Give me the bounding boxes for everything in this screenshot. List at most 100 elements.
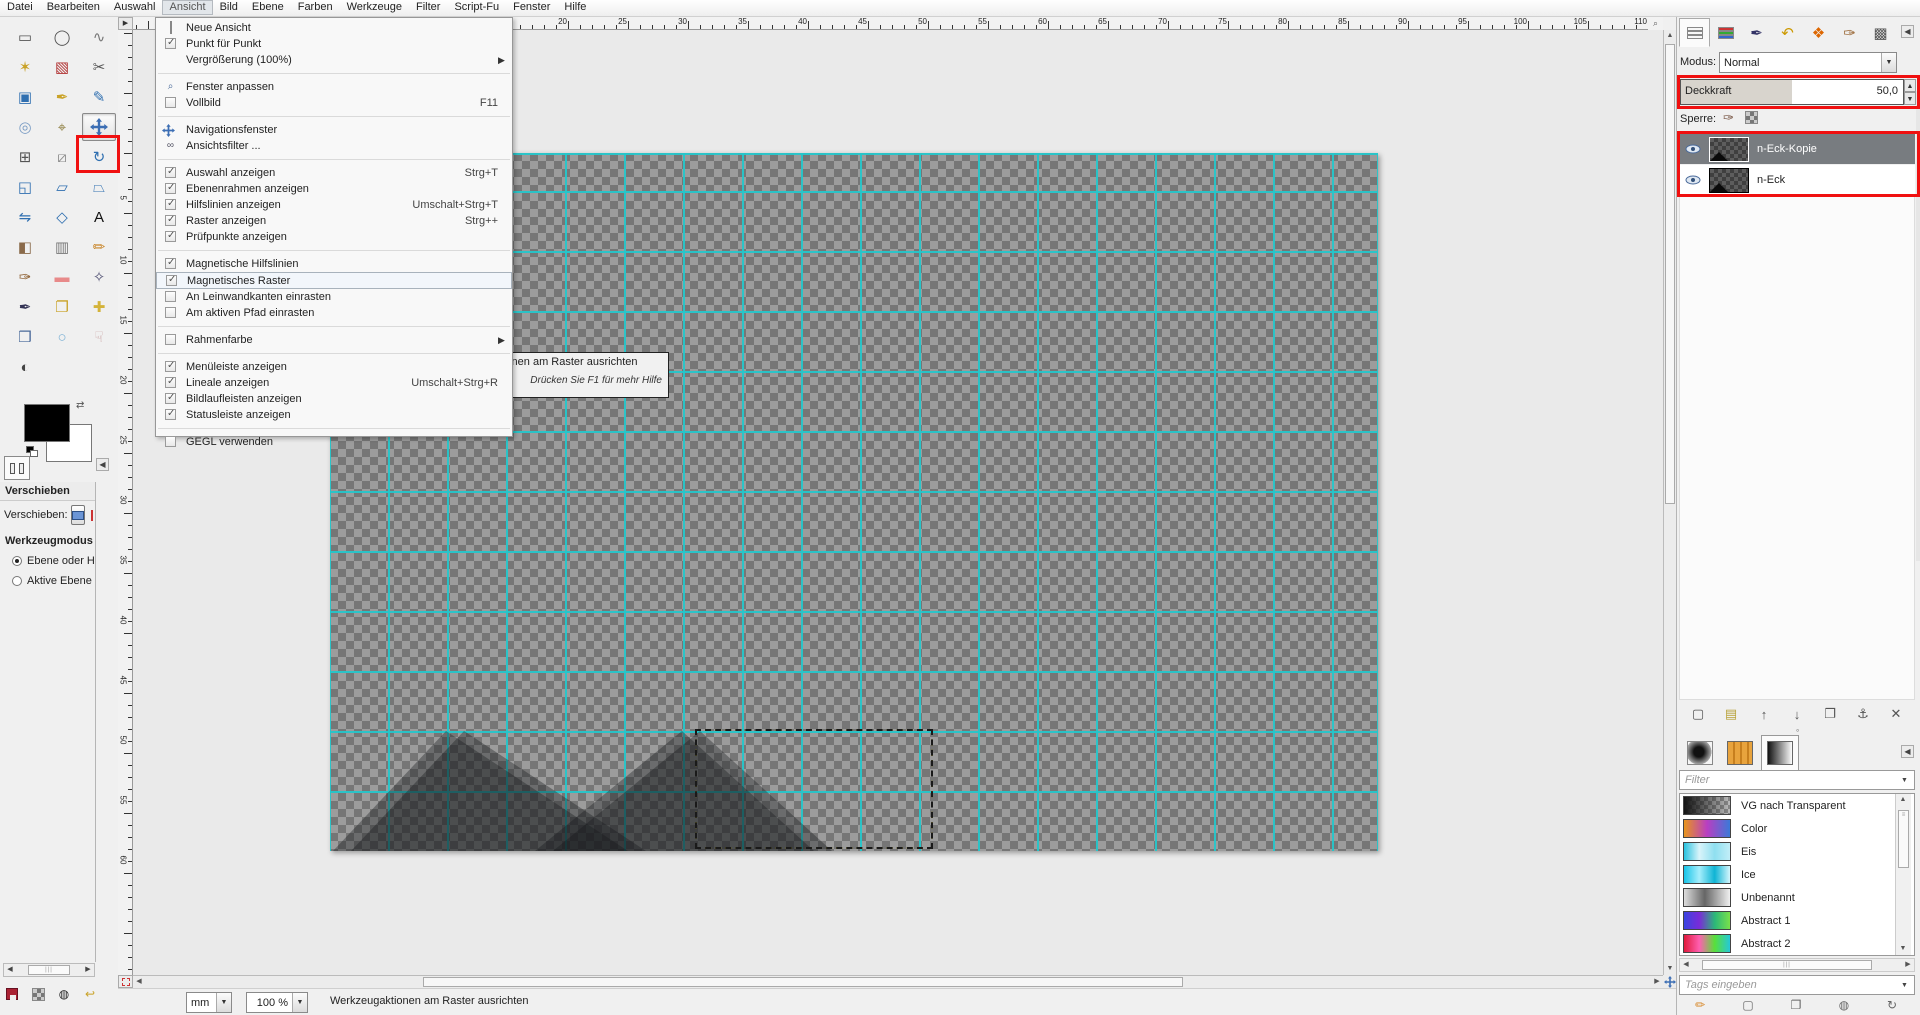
menubar-item-bild[interactable]: Bild	[213, 0, 245, 15]
menubar-item-auswahl[interactable]: Auswahl	[107, 0, 163, 15]
canvas-menu-button[interactable]: ▶	[118, 17, 133, 30]
collapse-right-dock-icon[interactable]: ◀	[1901, 25, 1914, 38]
gradient-vscrollbar[interactable]: ▲ ≡ ▼	[1895, 794, 1911, 955]
menu-item-raster-anzeigen[interactable]: Raster anzeigenStrg++	[156, 213, 512, 229]
menu-item-lineale-anzeigen[interactable]: Lineale anzeigenUmschalt+Strg+R	[156, 375, 512, 391]
duplicate-layer-button[interactable]: ❐	[1817, 702, 1843, 726]
refresh-gradients-button[interactable]: ↻	[1881, 996, 1903, 1014]
gradient-hscrollbar[interactable]: ◀ ||| ▶	[1679, 958, 1915, 972]
menu-item-ebenenrahmen-anzeigen[interactable]: Ebenenrahmen anzeigen	[156, 181, 512, 197]
swap-colors-icon[interactable]: ⇄	[76, 400, 84, 411]
tool-smudge[interactable]: ☟	[82, 323, 116, 351]
tool-options-hscrollbar[interactable]: ◀ ||| ▶	[3, 963, 95, 977]
gradient-item-abstract-1[interactable]: Abstract 1	[1680, 909, 1914, 932]
zoom-follow-window-icon[interactable]: ⌕	[1648, 17, 1663, 30]
menu-item-magnetische-hilfslinien[interactable]: Magnetische Hilfslinien	[156, 256, 512, 272]
chevron-down-icon[interactable]: ▼	[1881, 53, 1896, 72]
opacity-slider[interactable]: Deckkraft 50,0	[1680, 79, 1904, 105]
tool-mode-radio-1[interactable]: Aktive Ebene verschieben	[0, 571, 95, 591]
tool-gradient[interactable]: ▥	[45, 233, 79, 261]
tool-measure[interactable]: ⌖	[45, 113, 79, 141]
unit-select[interactable]: mm▼	[186, 992, 232, 1013]
tool-mode-radio-0[interactable]: Ebene oder Hilfslinie verschieben	[0, 551, 95, 571]
selection-rectangle[interactable]	[695, 729, 933, 849]
menu-item-an-leinwandkanten-einrasten[interactable]: An Leinwandkanten einrasten	[156, 289, 512, 305]
tab-layers[interactable]	[1679, 18, 1710, 47]
menu-item-neue-ansicht[interactable]: Neue Ansicht	[156, 20, 512, 36]
canvas-vscrollbar[interactable]: ▲ ▼	[1663, 30, 1676, 975]
tool-pencil[interactable]: ✏	[82, 233, 116, 261]
tags-input[interactable]	[1679, 975, 1915, 995]
chevron-down-icon[interactable]: ▼	[1901, 777, 1908, 784]
tool-ink[interactable]: ✒	[8, 293, 42, 321]
visibility-eye-icon[interactable]	[1685, 175, 1701, 185]
tool-free-select[interactable]: ∿	[82, 23, 116, 51]
tool-perspective-clone[interactable]: ❒	[8, 323, 42, 351]
tab-gradients[interactable]	[1761, 735, 1799, 771]
menubar-item-bearbeiten[interactable]: Bearbeiten	[40, 0, 107, 15]
layer-mode-select[interactable]: Normal▼	[1719, 52, 1897, 73]
delete-layer-button[interactable]: ✕	[1883, 702, 1909, 726]
tab-brushes[interactable]	[1681, 735, 1719, 771]
tab-paths[interactable]: ✒	[1741, 18, 1772, 47]
menubar-item-farben[interactable]: Farben	[291, 0, 340, 15]
menu-item-rahmenfarbe[interactable]: Rahmenfarbe▶	[156, 332, 512, 348]
menu-item-hilfslinien-anzeigen[interactable]: Hilfslinien anzeigenUmschalt+Strg+T	[156, 197, 512, 213]
menubar-item-ebene[interactable]: Ebene	[245, 0, 291, 15]
layer-thumbnail[interactable]	[1709, 168, 1749, 193]
menu-item-men-leiste-anzeigen[interactable]: Menüleiste anzeigen	[156, 359, 512, 375]
tool-blur-sharpen[interactable]: ○	[45, 323, 79, 351]
tool-clone[interactable]: ❐	[45, 293, 79, 321]
new-layer-button[interactable]: ▢	[1685, 702, 1711, 726]
visibility-eye-icon[interactable]	[1685, 144, 1701, 154]
tool-rotate[interactable]: ↻	[82, 143, 116, 171]
move-selection-toggle-button[interactable]	[91, 510, 93, 521]
tool-foreground-select[interactable]: ▣	[8, 83, 42, 111]
tab-undo-history[interactable]: ↶	[1772, 18, 1803, 47]
gradient-item-vg-nach-transparent[interactable]: VG nach Transparent	[1680, 794, 1914, 817]
tab-brush-editor[interactable]: ✑	[1834, 18, 1865, 47]
tool-crop[interactable]: ⧄	[45, 143, 79, 171]
tool-cage-transform[interactable]: ◇	[45, 203, 79, 231]
chevron-down-icon[interactable]: ▼	[216, 993, 231, 1012]
lower-layer-button[interactable]: ↓	[1784, 702, 1810, 726]
restore-tool-options-button[interactable]	[28, 984, 48, 1004]
layers-vscrollbar[interactable]	[1916, 91, 1920, 561]
tool-text[interactable]: A	[82, 203, 116, 231]
chevron-down-icon[interactable]: ▼	[1901, 982, 1908, 989]
gradient-item-abstract-2[interactable]: Abstract 2	[1680, 932, 1914, 955]
menu-item-statusleiste-anzeigen[interactable]: Statusleiste anzeigen	[156, 407, 512, 423]
reset-tool-options-button[interactable]: ↩	[80, 984, 100, 1004]
menu-item-navigationsfenster[interactable]: Navigationsfenster	[156, 122, 512, 138]
layers-list-empty-area[interactable]	[1679, 195, 1915, 700]
tool-bucket-fill[interactable]: ◧	[8, 233, 42, 261]
tool-flip[interactable]: ⇋	[8, 203, 42, 231]
menu-item-punkt-f-r-punkt[interactable]: Punkt für Punkt	[156, 36, 512, 52]
menubar-item-scriptfu[interactable]: Script-Fu	[447, 0, 506, 15]
layer-row-n-eck[interactable]: n-Eck	[1679, 165, 1915, 195]
anchor-layer-button[interactable]: ⚓	[1850, 702, 1876, 726]
chevron-down-icon[interactable]: ▼	[292, 993, 307, 1012]
delete-tool-options-button[interactable]: ◍	[54, 984, 74, 1004]
menubar-item-filter[interactable]: Filter	[409, 0, 447, 15]
tool-shear[interactable]: ▱	[45, 173, 79, 201]
tool-dodge-burn[interactable]: ◐	[8, 353, 42, 381]
tab-pointer[interactable]: ❖	[1803, 18, 1834, 47]
tool-eraser[interactable]: ▬	[45, 263, 79, 291]
navigation-cross-icon[interactable]	[1663, 975, 1676, 988]
tool-align[interactable]: ⊞	[8, 143, 42, 171]
menu-item-am-aktiven-pfad-einrasten[interactable]: Am aktiven Pfad einrasten	[156, 305, 512, 321]
tool-options-tab[interactable]	[4, 456, 30, 480]
tool-scissors-select[interactable]: ✂	[82, 53, 116, 81]
quickmask-toggle-icon[interactable]	[118, 975, 133, 988]
tab-patterns[interactable]	[1721, 735, 1759, 771]
menubar-item-werkzeuge[interactable]: Werkzeuge	[340, 0, 409, 15]
move-layer-toggle-button[interactable]	[71, 505, 85, 525]
menu-item-ansichtsfilter[interactable]: ∞Ansichtsfilter ...	[156, 138, 512, 154]
tool-ellipse-select[interactable]: ◯	[45, 23, 79, 51]
lock-pixels-icon[interactable]: ✑	[1723, 110, 1734, 126]
menubar-item-ansicht[interactable]: Ansicht	[162, 0, 212, 15]
new-gradient-button[interactable]: ▢	[1737, 996, 1759, 1014]
menubar-item-hilfe[interactable]: Hilfe	[557, 0, 593, 15]
gradient-filter-input[interactable]	[1679, 770, 1915, 790]
